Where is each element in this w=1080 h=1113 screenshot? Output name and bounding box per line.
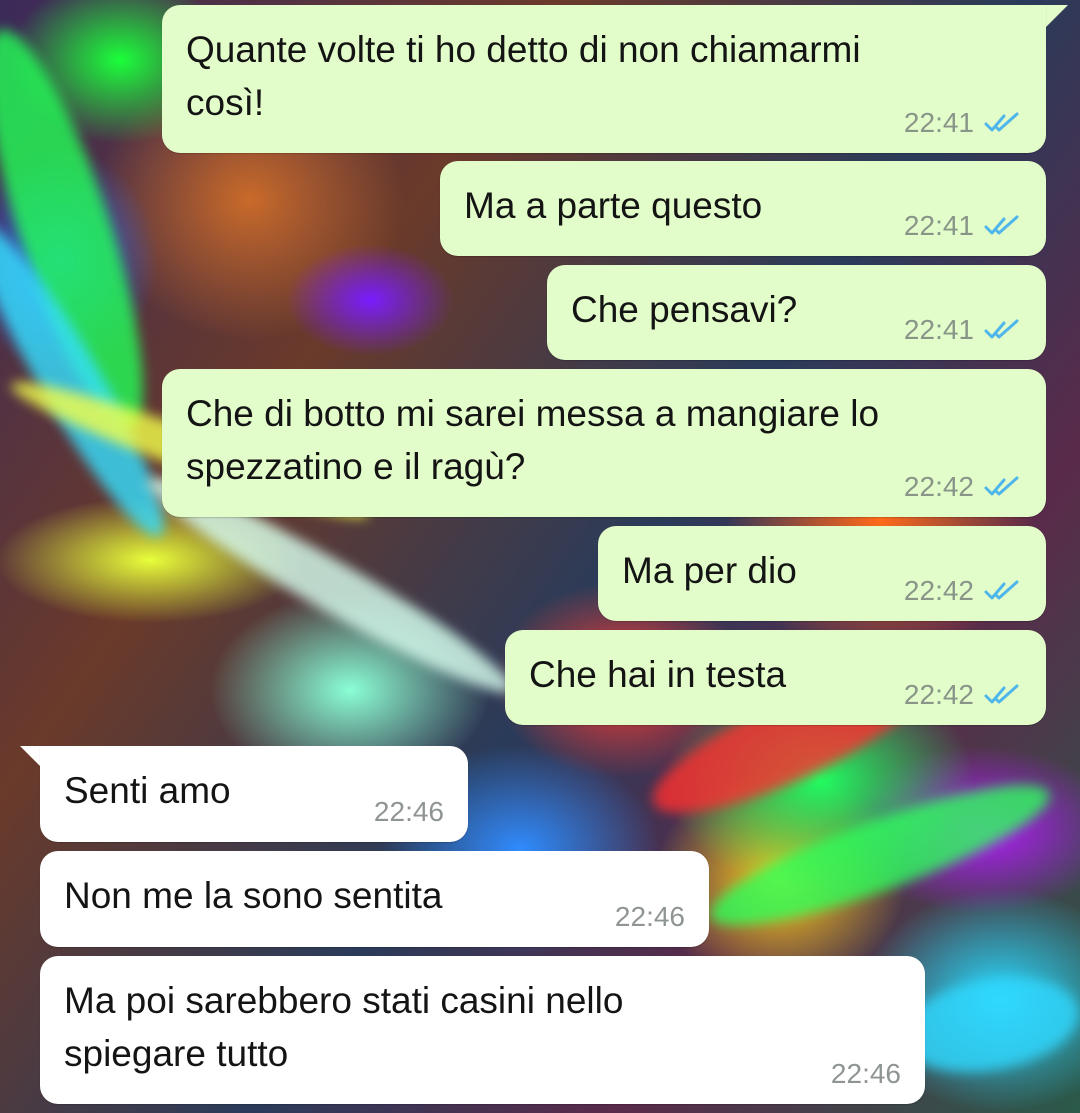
incoming-message[interactable]: Senti amo 22:46	[40, 746, 468, 842]
message-text: Quante volte ti ho detto di non chiamarm…	[186, 29, 861, 123]
message-time: 22:42	[903, 575, 974, 606]
incoming-message[interactable]: Ma poi sarebbero stati casini nello spie…	[40, 956, 925, 1104]
outgoing-message[interactable]: Quante volte ti ho detto di non chiamarm…	[162, 5, 1046, 153]
message-text: Che di botto mi sarei messa a mangiare l…	[186, 393, 880, 487]
message-text: Ma per dio	[622, 550, 797, 591]
double-check-icon	[984, 684, 1019, 704]
message-meta: 22:46	[615, 901, 685, 933]
message-time: 22:42	[903, 679, 974, 710]
message-text: Ma a parte questo	[464, 185, 763, 226]
message-meta: 22:41	[904, 107, 1022, 139]
double-check-icon	[984, 112, 1019, 132]
outgoing-message[interactable]: Ma a parte questo 22:41	[440, 161, 1046, 256]
double-check-icon	[984, 319, 1019, 339]
double-check-icon	[984, 476, 1019, 496]
message-time: 22:46	[830, 1058, 901, 1089]
incoming-message[interactable]: Non me la sono sentita 22:46	[40, 851, 709, 947]
message-time: 22:46	[614, 901, 685, 932]
message-time: 22:41	[903, 107, 974, 138]
message-time: 22:41	[903, 210, 974, 241]
message-text: Che hai in testa	[529, 654, 787, 695]
message-time: 22:42	[903, 471, 974, 502]
message-text: Senti amo	[64, 770, 231, 811]
message-meta: 22:42	[904, 575, 1022, 607]
message-text: Ma poi sarebbero stati casini nello spie…	[64, 980, 624, 1074]
message-meta: 22:46	[831, 1058, 901, 1090]
outgoing-message[interactable]: Che di botto mi sarei messa a mangiare l…	[162, 369, 1046, 517]
message-meta: 22:42	[904, 471, 1022, 503]
message-time: 22:41	[903, 314, 974, 345]
conversation-view[interactable]: Quante volte ti ho detto di non chiamarm…	[0, 0, 1080, 1113]
message-meta: 22:41	[904, 314, 1022, 346]
message-meta: 22:46	[374, 796, 444, 828]
outgoing-message[interactable]: Che hai in testa 22:42	[505, 630, 1046, 725]
message-text: Che pensavi?	[571, 289, 798, 330]
message-meta: 22:42	[904, 679, 1022, 711]
double-check-icon	[984, 215, 1019, 235]
message-meta: 22:41	[904, 210, 1022, 242]
outgoing-message[interactable]: Ma per dio 22:42	[598, 526, 1046, 621]
outgoing-message[interactable]: Che pensavi? 22:41	[547, 265, 1046, 360]
message-text: Non me la sono sentita	[64, 875, 443, 916]
double-check-icon	[984, 580, 1019, 600]
message-time: 22:46	[373, 796, 444, 827]
